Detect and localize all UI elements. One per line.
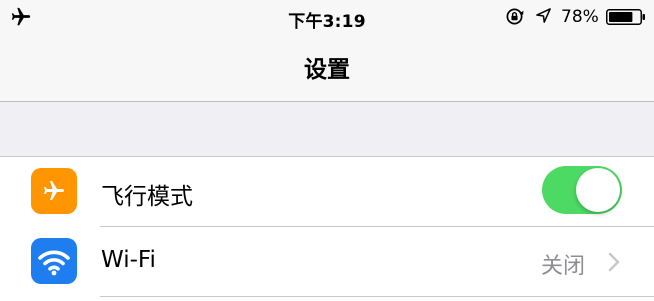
airplane-icon bbox=[31, 168, 77, 214]
wifi-status-value: 关闭 bbox=[541, 254, 586, 279]
battery-icon bbox=[606, 9, 645, 25]
airplane-mode-toggle[interactable] bbox=[542, 166, 622, 214]
navigation-bar: 设置 bbox=[0, 34, 654, 102]
chevron-right-icon bbox=[608, 252, 620, 272]
airplane-mode-row[interactable]: 飞行模式 bbox=[0, 157, 654, 227]
wifi-row[interactable]: Wi-Fi 关闭 bbox=[0, 227, 654, 297]
battery-percentage: 78% bbox=[561, 7, 599, 27]
row-divider bbox=[100, 296, 654, 297]
orientation-lock-icon bbox=[506, 8, 524, 25]
status-time: 下午3:19 bbox=[288, 12, 366, 32]
status-bar: 下午3:19 78% bbox=[0, 0, 654, 34]
toggle-knob bbox=[576, 168, 620, 212]
page-title: 设置 bbox=[304, 57, 350, 83]
settings-group: 飞行模式 Wi-Fi 关闭 bbox=[0, 156, 654, 301]
location-icon bbox=[536, 8, 551, 23]
wifi-label: Wi-Fi bbox=[101, 247, 156, 273]
wifi-icon bbox=[31, 238, 77, 284]
airplane-mode-label: 飞行模式 bbox=[101, 184, 193, 210]
